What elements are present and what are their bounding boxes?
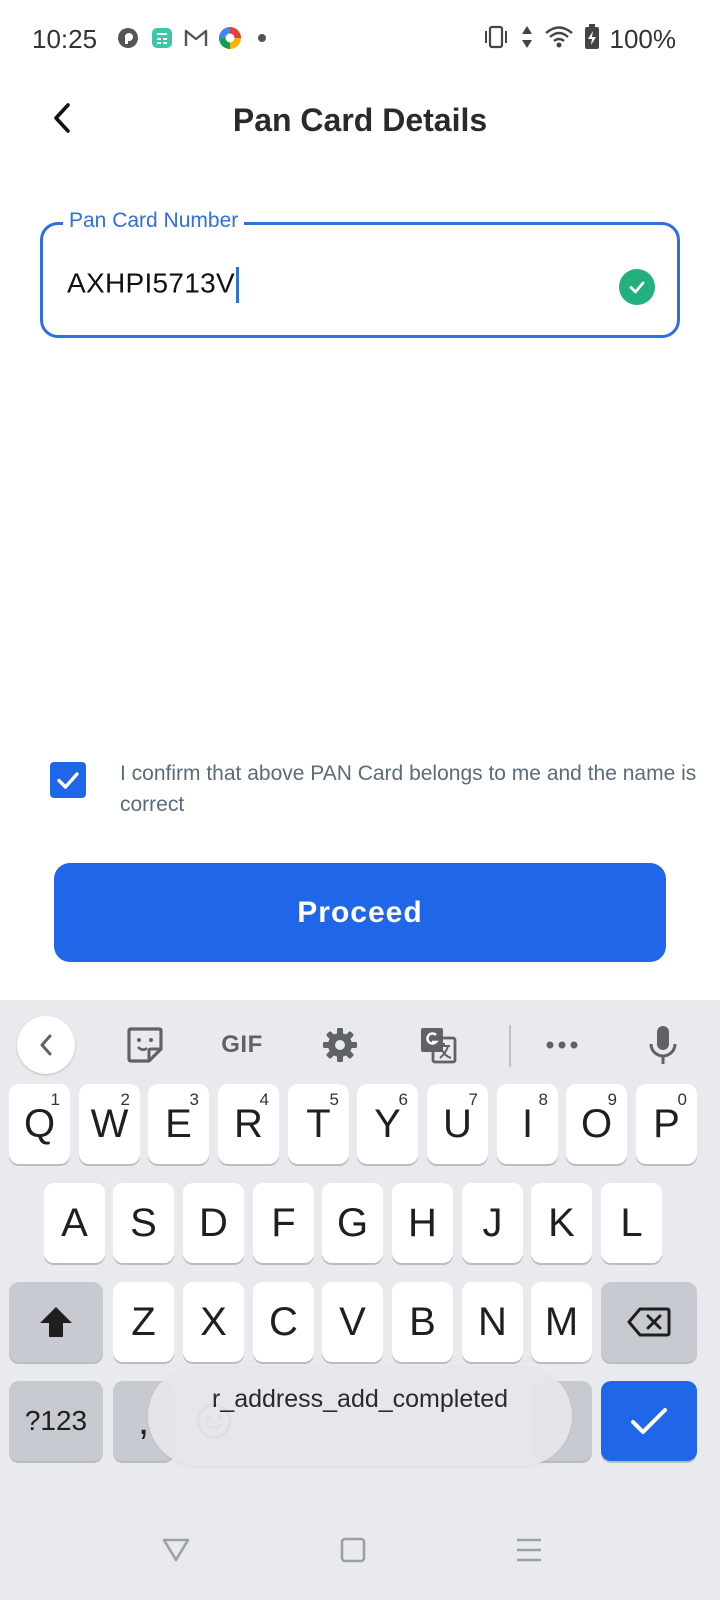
nav-back-button[interactable] — [154, 1528, 198, 1572]
translate-button[interactable] — [410, 1017, 466, 1073]
translate-icon — [421, 1028, 457, 1064]
keyboard-toolbar: GIF — [0, 1000, 720, 1090]
gif-label: GIF — [221, 1031, 263, 1058]
square-home-icon — [340, 1537, 366, 1563]
backspace-icon — [627, 1307, 671, 1337]
triangle-back-icon — [162, 1538, 190, 1562]
key-f[interactable]: F — [253, 1183, 314, 1263]
key-g[interactable]: G — [322, 1183, 383, 1263]
enter-key[interactable] — [601, 1381, 697, 1461]
consent-text: I confirm that above PAN Card belongs to… — [120, 762, 697, 816]
key-d[interactable]: D — [183, 1183, 244, 1263]
key-a[interactable]: A — [44, 1183, 105, 1263]
key-u[interactable]: U7 — [427, 1084, 488, 1164]
toast-message: r_address_add_completed — [148, 1366, 572, 1466]
gmail-icon — [184, 26, 208, 50]
key-e[interactable]: E3 — [148, 1084, 209, 1164]
on-screen-keyboard: GIF Q1 W2 E3 R4 T 5 Y 6 U 7 I 8 O 9 P 0 … — [0, 1000, 720, 1600]
pan-card-number-label: Pan Card Number — [63, 209, 245, 233]
symbols-key[interactable]: ?123 — [9, 1381, 103, 1461]
key-q[interactable]: Q1 — [9, 1084, 70, 1164]
key-t[interactable]: T5 — [288, 1084, 349, 1164]
sticker-button[interactable] — [117, 1017, 173, 1073]
key-i[interactable]: I8 — [497, 1084, 558, 1164]
key-m[interactable]: M — [531, 1282, 592, 1362]
key-s[interactable]: S — [113, 1183, 174, 1263]
colorful-app-icon — [218, 26, 242, 50]
voice-input-button[interactable] — [635, 1017, 691, 1073]
battery-charging-icon — [584, 24, 600, 55]
pan-card-number-field[interactable]: Pan Card Number AXHPI5713V — [40, 209, 680, 338]
check-circle-icon — [619, 269, 655, 305]
key-v[interactable]: V — [322, 1282, 383, 1362]
more-notifications-dot-icon — [258, 34, 266, 42]
nav-menu-button[interactable] — [507, 1528, 551, 1572]
notification-icons — [116, 26, 266, 50]
key-l[interactable]: L — [601, 1183, 662, 1263]
shift-key[interactable] — [9, 1282, 103, 1362]
status-bar: 10:25 100% — [0, 0, 720, 80]
system-navigation-bar — [0, 1500, 720, 1600]
key-b[interactable]: B — [392, 1282, 453, 1362]
key-x[interactable]: X — [183, 1282, 244, 1362]
data-arrows-icon — [520, 25, 534, 54]
gear-icon — [323, 1028, 357, 1062]
nav-home-button[interactable] — [331, 1528, 375, 1572]
calculator-app-icon — [150, 26, 174, 50]
menu-lines-icon — [517, 1538, 541, 1562]
key-h[interactable]: H — [392, 1183, 453, 1263]
key-k[interactable]: K — [531, 1183, 592, 1263]
key-r[interactable]: R4 — [218, 1084, 279, 1164]
backspace-key[interactable] — [601, 1282, 697, 1362]
keyboard-collapse-button[interactable] — [17, 1016, 75, 1074]
shift-arrow-icon — [40, 1307, 72, 1337]
pan-card-number-value: AXHPI5713V — [67, 267, 235, 299]
checkmark-icon — [57, 772, 79, 789]
key-o[interactable]: O9 — [566, 1084, 627, 1164]
more-horizontal-icon — [546, 1041, 578, 1049]
circle-p-icon — [116, 26, 140, 50]
vibrate-icon — [482, 25, 510, 54]
gif-button[interactable]: GIF — [214, 1017, 270, 1073]
system-icons: 100% — [482, 24, 677, 55]
key-j[interactable]: J — [462, 1183, 523, 1263]
sticker-icon — [127, 1027, 163, 1063]
wifi-icon — [544, 25, 574, 54]
key-c[interactable]: C — [253, 1282, 314, 1362]
microphone-icon — [649, 1026, 677, 1064]
key-p[interactable]: P0 — [636, 1084, 697, 1164]
pan-card-number-input[interactable]: AXHPI5713V — [67, 267, 239, 303]
key-w[interactable]: W2 — [79, 1084, 140, 1164]
battery-percentage: 100% — [609, 24, 677, 54]
key-z[interactable]: Z — [113, 1282, 174, 1362]
proceed-button[interactable]: Proceed — [54, 863, 666, 962]
key-y[interactable]: Y6 — [357, 1084, 418, 1164]
chevron-left-icon — [40, 1034, 52, 1056]
checkmark-icon — [631, 1408, 667, 1434]
toolbar-divider — [509, 1025, 511, 1067]
key-n[interactable]: N — [462, 1282, 523, 1362]
consent-checkbox[interactable] — [50, 762, 86, 798]
more-options-button[interactable] — [534, 1017, 590, 1073]
text-caret — [236, 267, 239, 303]
status-time: 10:25 — [32, 24, 98, 54]
page-title: Pan Card Details — [232, 102, 488, 138]
keyboard-settings-button[interactable] — [312, 1017, 368, 1073]
